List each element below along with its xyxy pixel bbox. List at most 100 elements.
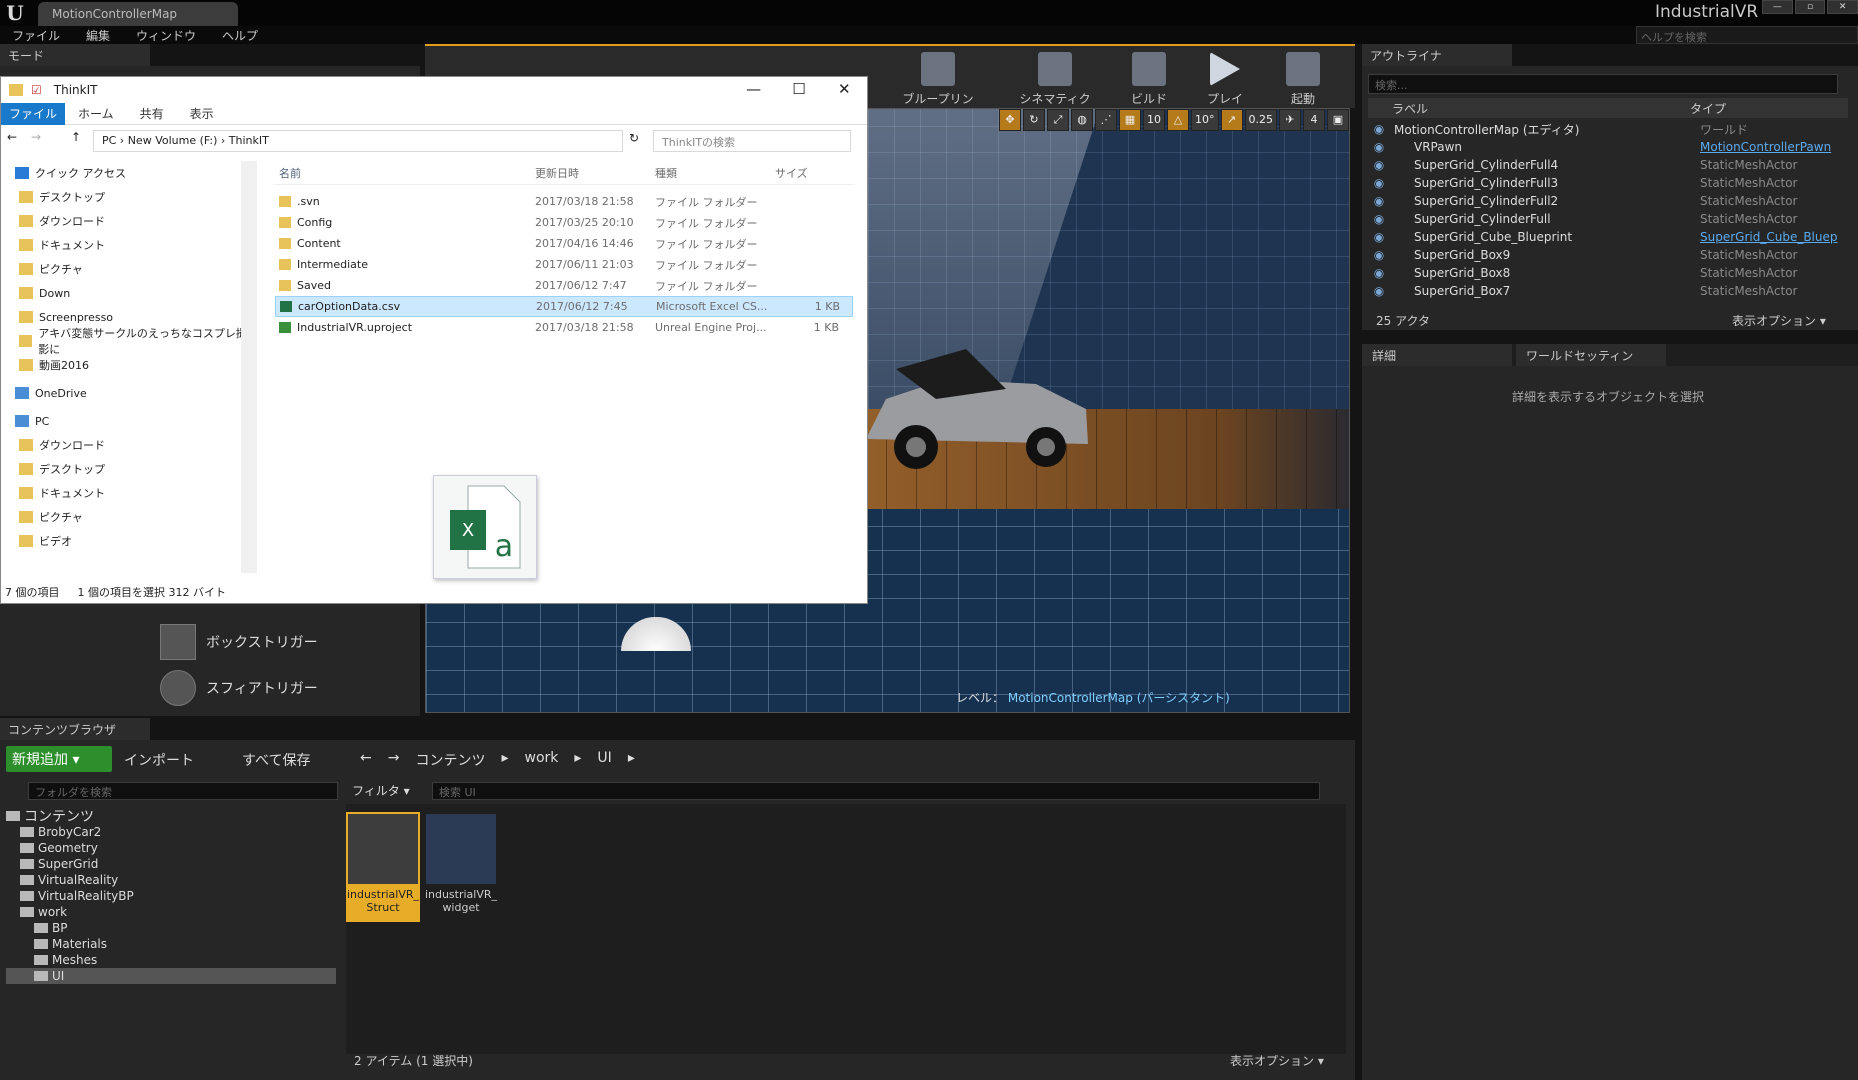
column-type[interactable]: タイプ: [1690, 100, 1726, 117]
save-all-button[interactable]: すべて保存: [242, 750, 310, 770]
ribbon-tab-view[interactable]: 表示: [177, 105, 227, 122]
outliner-row[interactable]: ◉ SuperGrid_Box9 StaticMeshActor: [1368, 246, 1848, 264]
breadcrumb-ui[interactable]: UI: [597, 750, 611, 770]
maximize-viewport-icon[interactable]: ▣: [1327, 109, 1349, 131]
address-path[interactable]: PC › New Volume (F:) › ThinkIT: [93, 130, 623, 152]
visibility-eye-icon[interactable]: ◉: [1368, 212, 1390, 226]
nav-item[interactable]: デスクトップ: [1, 185, 256, 209]
file-row[interactable]: Saved 2017/06/12 7:47 ファイル フォルダー: [275, 275, 853, 296]
visibility-eye-icon[interactable]: ◉: [1368, 284, 1390, 298]
outliner-row[interactable]: ◉ SuperGrid_Box8 StaticMeshActor: [1368, 264, 1848, 282]
column-name[interactable]: 名前: [275, 165, 535, 181]
outliner-row[interactable]: ◉ SuperGrid_Cube_Blueprint SuperGrid_Cube_…: [1368, 228, 1848, 246]
grid-snap-icon[interactable]: ▦: [1119, 109, 1141, 131]
file-row[interactable]: .svn 2017/03/18 21:58 ファイル フォルダー: [275, 191, 853, 212]
cinematics-button[interactable]: シネマティクス: [1017, 50, 1093, 123]
outliner-row[interactable]: ◉ SuperGrid_Box7 StaticMeshActor: [1368, 282, 1848, 300]
maximize-icon[interactable]: ☐: [776, 77, 821, 103]
menu-edit[interactable]: 編集: [86, 27, 110, 44]
grid-snap-value[interactable]: 10: [1143, 109, 1165, 131]
actor-type[interactable]: MotionControllerPawn: [1700, 140, 1831, 154]
close-icon[interactable]: ✕: [822, 77, 867, 103]
outliner-row[interactable]: ◉ SuperGrid_CylinderFull StaticMeshActor: [1368, 210, 1848, 228]
camera-speed-value[interactable]: 4: [1303, 109, 1325, 131]
folder-tree-item[interactable]: UI: [6, 968, 336, 984]
scale-snap-value[interactable]: 0.25: [1244, 109, 1277, 131]
forward-icon[interactable]: →: [388, 750, 400, 770]
scale-snap-icon[interactable]: ↗: [1220, 109, 1243, 131]
level-tab[interactable]: MotionControllerMap: [38, 2, 238, 26]
up-icon[interactable]: ↑: [71, 130, 81, 144]
car-model[interactable]: [856, 329, 1096, 479]
file-explorer-window[interactable]: ☑ ThinkIT — ☐ ✕ ファイル ホーム 共有 表示 ← → ↑ PC …: [0, 76, 868, 604]
nav-item[interactable]: ビデオ: [1, 529, 256, 553]
back-icon[interactable]: ←: [7, 130, 17, 144]
mode-item-sphere-trigger[interactable]: スフィアトリガー: [160, 668, 410, 708]
menu-file[interactable]: ファイル: [12, 27, 60, 44]
nav-item[interactable]: OneDrive: [1, 381, 256, 405]
breadcrumb-content[interactable]: コンテンツ: [415, 750, 485, 770]
build-button[interactable]: ビルド: [1111, 50, 1187, 108]
cb-view-options[interactable]: 表示オプション ▾: [1230, 1052, 1324, 1069]
visibility-eye-icon[interactable]: ◉: [1368, 140, 1390, 154]
ribbon-tab-share[interactable]: 共有: [127, 105, 177, 122]
mode-item-box-trigger[interactable]: ボックストリガー: [160, 622, 410, 662]
nav-item[interactable]: ピクチャ: [1, 505, 256, 529]
menu-window[interactable]: ウィンドウ: [136, 27, 196, 44]
nav-item[interactable]: アキバ変態サークルのえっちなコスプレ撮影に: [1, 327, 256, 356]
asset-search-input[interactable]: 検索 UI: [432, 782, 1320, 800]
actor-type[interactable]: SuperGrid_Cube_Bluep: [1700, 230, 1838, 244]
ribbon-tab-file[interactable]: ファイル: [1, 102, 66, 125]
outliner-search-input[interactable]: 検索...: [1368, 74, 1838, 94]
explorer-search-input[interactable]: ThinkITの検索: [653, 130, 851, 152]
folder-tree-item[interactable]: BP: [6, 920, 336, 936]
translate-icon[interactable]: ✥: [999, 109, 1021, 131]
tab-world-settings[interactable]: ワールドセッティン: [1516, 344, 1666, 366]
nav-item[interactable]: クイック アクセス: [1, 161, 256, 185]
forward-icon[interactable]: →: [31, 130, 41, 144]
folder-tree-item[interactable]: コンテンツ: [6, 808, 336, 825]
visibility-eye-icon[interactable]: ◉: [1368, 176, 1390, 190]
maximize-icon[interactable]: ▫: [1794, 0, 1826, 14]
column-label[interactable]: ラベル: [1368, 100, 1690, 117]
outliner-row[interactable]: ◉ VRPawn MotionControllerPawn: [1368, 138, 1848, 156]
outliner-row[interactable]: ◉ SuperGrid_CylinderFull3 StaticMeshActor: [1368, 174, 1848, 192]
visibility-eye-icon[interactable]: ◉: [1368, 266, 1390, 280]
rotation-snap-value[interactable]: 10°: [1191, 109, 1219, 131]
asset-tile[interactable]: industrialVR_ Struct: [346, 812, 420, 922]
world-icon[interactable]: ◍: [1071, 109, 1093, 131]
camera-speed-icon[interactable]: ✈: [1279, 109, 1301, 131]
visibility-eye-icon[interactable]: ◉: [1368, 230, 1390, 244]
launch-button[interactable]: 起動: [1265, 50, 1341, 108]
ribbon-tab-home[interactable]: ホーム: [65, 105, 127, 122]
minimize-icon[interactable]: —: [1762, 0, 1793, 14]
file-row[interactable]: Content 2017/04/16 14:46 ファイル フォルダー: [275, 233, 853, 254]
outliner-row[interactable]: ◉ SuperGrid_CylinderFull4 StaticMeshActor: [1368, 156, 1848, 174]
refresh-icon[interactable]: ↻: [629, 131, 639, 145]
rotate-icon[interactable]: ↻: [1023, 109, 1045, 131]
nav-scrollbar[interactable]: [241, 161, 257, 573]
close-icon[interactable]: ✕: [1827, 0, 1858, 14]
back-icon[interactable]: ←: [360, 750, 372, 770]
nav-item[interactable]: Down: [1, 281, 256, 305]
rotation-snap-icon[interactable]: △: [1167, 109, 1189, 131]
folder-tree-item[interactable]: BrobyCar2: [6, 824, 336, 840]
folder-tree-item[interactable]: VirtualRealityBP: [6, 888, 336, 904]
file-row[interactable]: carOptionData.csv 2017/06/12 7:45 Microsof…: [275, 296, 853, 317]
nav-item[interactable]: ドキュメント: [1, 481, 256, 505]
nav-item[interactable]: PC: [1, 409, 256, 433]
outliner-row[interactable]: ◉ MotionControllerMap (エディタ) ワールド: [1368, 120, 1848, 138]
tab-details[interactable]: 詳細: [1362, 344, 1512, 366]
minimize-icon[interactable]: —: [731, 77, 776, 103]
tab-modes[interactable]: モード: [0, 44, 150, 66]
nav-item[interactable]: ピクチャ: [1, 257, 256, 281]
folder-tree-item[interactable]: Meshes: [6, 952, 336, 968]
help-search-input[interactable]: ヘルプを検索: [1636, 26, 1858, 44]
folder-tree-item[interactable]: Geometry: [6, 840, 336, 856]
folder-search-input[interactable]: フォルダを検索: [28, 782, 338, 800]
surface-snap-icon[interactable]: ⋰: [1095, 109, 1117, 131]
file-row[interactable]: Intermediate 2017/06/11 21:03 ファイル フォルダー: [275, 254, 853, 275]
visibility-eye-icon[interactable]: ◉: [1368, 122, 1390, 136]
nav-item[interactable]: ダウンロード: [1, 433, 256, 457]
tab-content-browser[interactable]: コンテンツブラウザ: [0, 718, 150, 740]
